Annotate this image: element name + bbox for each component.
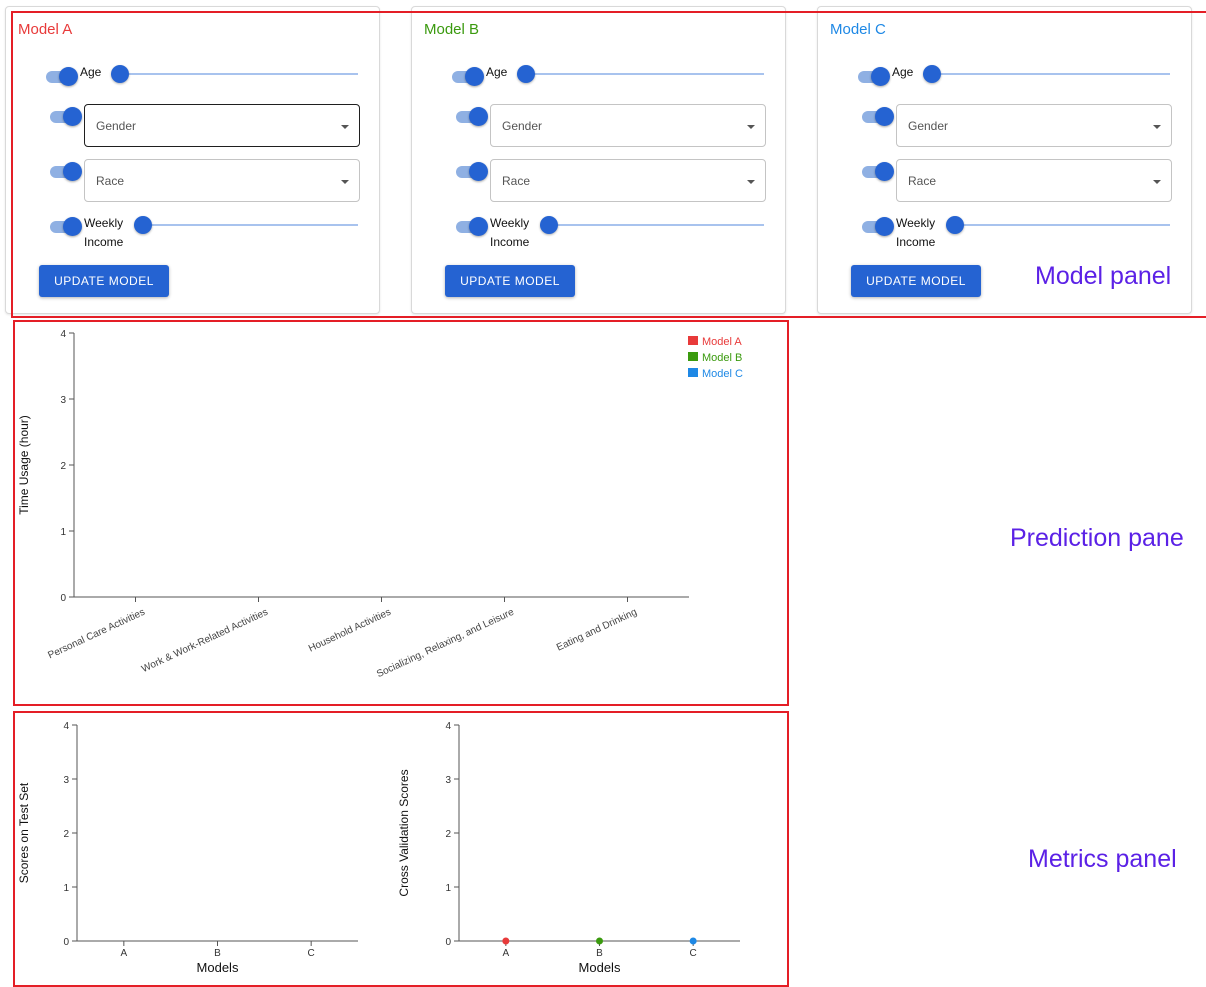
prediction-panel-outline [13,320,789,706]
model-panel-outline [11,11,1206,318]
prediction-panel-label: Prediction pane [1010,524,1184,552]
metrics-panel-outline [13,711,789,987]
model-panel-label: Model panel [1035,262,1172,290]
metrics-panel-label: Metrics panel [1028,845,1177,873]
